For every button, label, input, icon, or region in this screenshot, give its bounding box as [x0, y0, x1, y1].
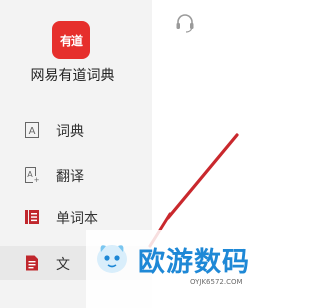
translate-icon: A + — [25, 167, 40, 183]
headset-icon[interactable] — [175, 13, 195, 33]
svg-text:A: A — [27, 170, 33, 179]
document-icon — [26, 255, 38, 271]
mascot-icon — [97, 245, 127, 273]
watermark: 欧游数码 OYJK6572.COM — [86, 230, 267, 308]
svg-text:A: A — [29, 126, 36, 137]
sidebar-item-label: 翻译 — [56, 169, 84, 185]
wordbook-icon — [25, 210, 39, 224]
sidebar-item-label: 单词本 — [56, 211, 98, 227]
sidebar-item-wordbook[interactable]: 单词本 — [0, 202, 152, 232]
watermark-text: 欧游数码 — [138, 247, 250, 278]
svg-text:+: + — [34, 176, 40, 183]
sidebar-item-dictionary[interactable]: A 词典 — [0, 115, 152, 145]
dictionary-icon: A — [25, 122, 39, 138]
sidebar-item-translate[interactable]: A + 翻译 — [0, 160, 152, 190]
sidebar-item-label: 词典 — [56, 124, 84, 140]
app-logo-text: 有道 — [59, 33, 83, 48]
watermark-url: OYJK6572.COM — [190, 278, 243, 286]
sidebar-item-label: 文 — [56, 257, 70, 273]
app-name: 网易有道词典 — [30, 68, 115, 84]
app-logo: 有道 — [52, 21, 90, 59]
